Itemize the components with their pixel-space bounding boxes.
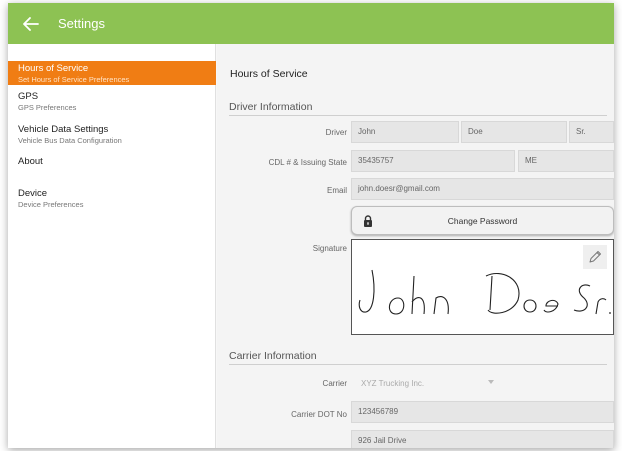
email-label: Email bbox=[326, 186, 347, 195]
sidebar-item-device[interactable]: Device Device Preferences bbox=[8, 188, 216, 210]
driver-last-name-field[interactable]: Doe bbox=[461, 121, 567, 143]
back-arrow-icon[interactable] bbox=[14, 3, 48, 44]
cdl-state-field[interactable]: ME bbox=[518, 150, 614, 172]
signature-image bbox=[358, 269, 611, 315]
driver-label: Driver bbox=[325, 128, 347, 137]
cdl-label: CDL # & Issuing State bbox=[268, 158, 347, 167]
edit-signature-pencil-icon[interactable] bbox=[583, 245, 607, 269]
sidebar-item-title: GPS bbox=[18, 91, 39, 102]
sidebar-item-subtitle: Set Hours of Service Preferences bbox=[18, 75, 130, 84]
sidebar-item-title: Vehicle Data Settings bbox=[18, 124, 109, 135]
carrier-address-field[interactable]: 926 Jail Drive bbox=[351, 430, 614, 448]
cdl-number-field[interactable]: 35435757 bbox=[351, 150, 515, 172]
section-divider bbox=[229, 364, 607, 365]
sidebar-item-title: Hours of Service bbox=[18, 63, 89, 74]
app-title: Settings bbox=[58, 16, 105, 31]
sidebar-item-subtitle: GPS Preferences bbox=[18, 103, 77, 112]
carrier-information-heading: Carrier Information bbox=[229, 350, 317, 362]
app-bar: Settings bbox=[8, 3, 614, 44]
settings-content: Hours of Service Driver Information Driv… bbox=[217, 44, 614, 448]
sidebar-item-hours-of-service[interactable]: Hours of Service Set Hours of Service Pr… bbox=[8, 61, 216, 85]
carrier-select[interactable]: XYZ Trucking Inc. bbox=[361, 375, 511, 393]
email-field[interactable]: john.doesr@gmail.com bbox=[351, 178, 614, 200]
section-divider bbox=[229, 115, 607, 116]
sidebar-item-title: About bbox=[18, 156, 43, 167]
sidebar-item-gps[interactable]: GPS GPS Preferences bbox=[8, 91, 216, 113]
signature-pad[interactable] bbox=[351, 239, 614, 335]
sidebar-item-subtitle: Vehicle Bus Data Configuration bbox=[18, 136, 122, 145]
driver-first-name-field[interactable]: John bbox=[351, 121, 459, 143]
app-window: Settings Hours of Service Set Hours of S… bbox=[8, 3, 614, 448]
carrier-dot-field[interactable]: 123456789 bbox=[351, 401, 614, 423]
settings-sidebar: Hours of Service Set Hours of Service Pr… bbox=[8, 44, 216, 448]
page-title: Hours of Service bbox=[230, 68, 308, 80]
sidebar-item-subtitle: Device Preferences bbox=[18, 200, 84, 209]
change-password-label: Change Password bbox=[447, 215, 518, 226]
change-password-button[interactable]: Change Password bbox=[351, 206, 614, 235]
driver-information-heading: Driver Information bbox=[229, 101, 313, 113]
sidebar-item-vehicle-data-settings[interactable]: Vehicle Data Settings Vehicle Bus Data C… bbox=[8, 124, 216, 146]
signature-label: Signature bbox=[312, 244, 347, 253]
carrier-dot-label: Carrier DOT No bbox=[291, 410, 347, 419]
carrier-label: Carrier bbox=[322, 379, 347, 388]
chevron-down-icon[interactable] bbox=[488, 380, 494, 384]
sidebar-item-about[interactable]: About bbox=[8, 156, 216, 168]
driver-suffix-field[interactable]: Sr. bbox=[569, 121, 614, 143]
sidebar-item-title: Device bbox=[18, 188, 48, 199]
